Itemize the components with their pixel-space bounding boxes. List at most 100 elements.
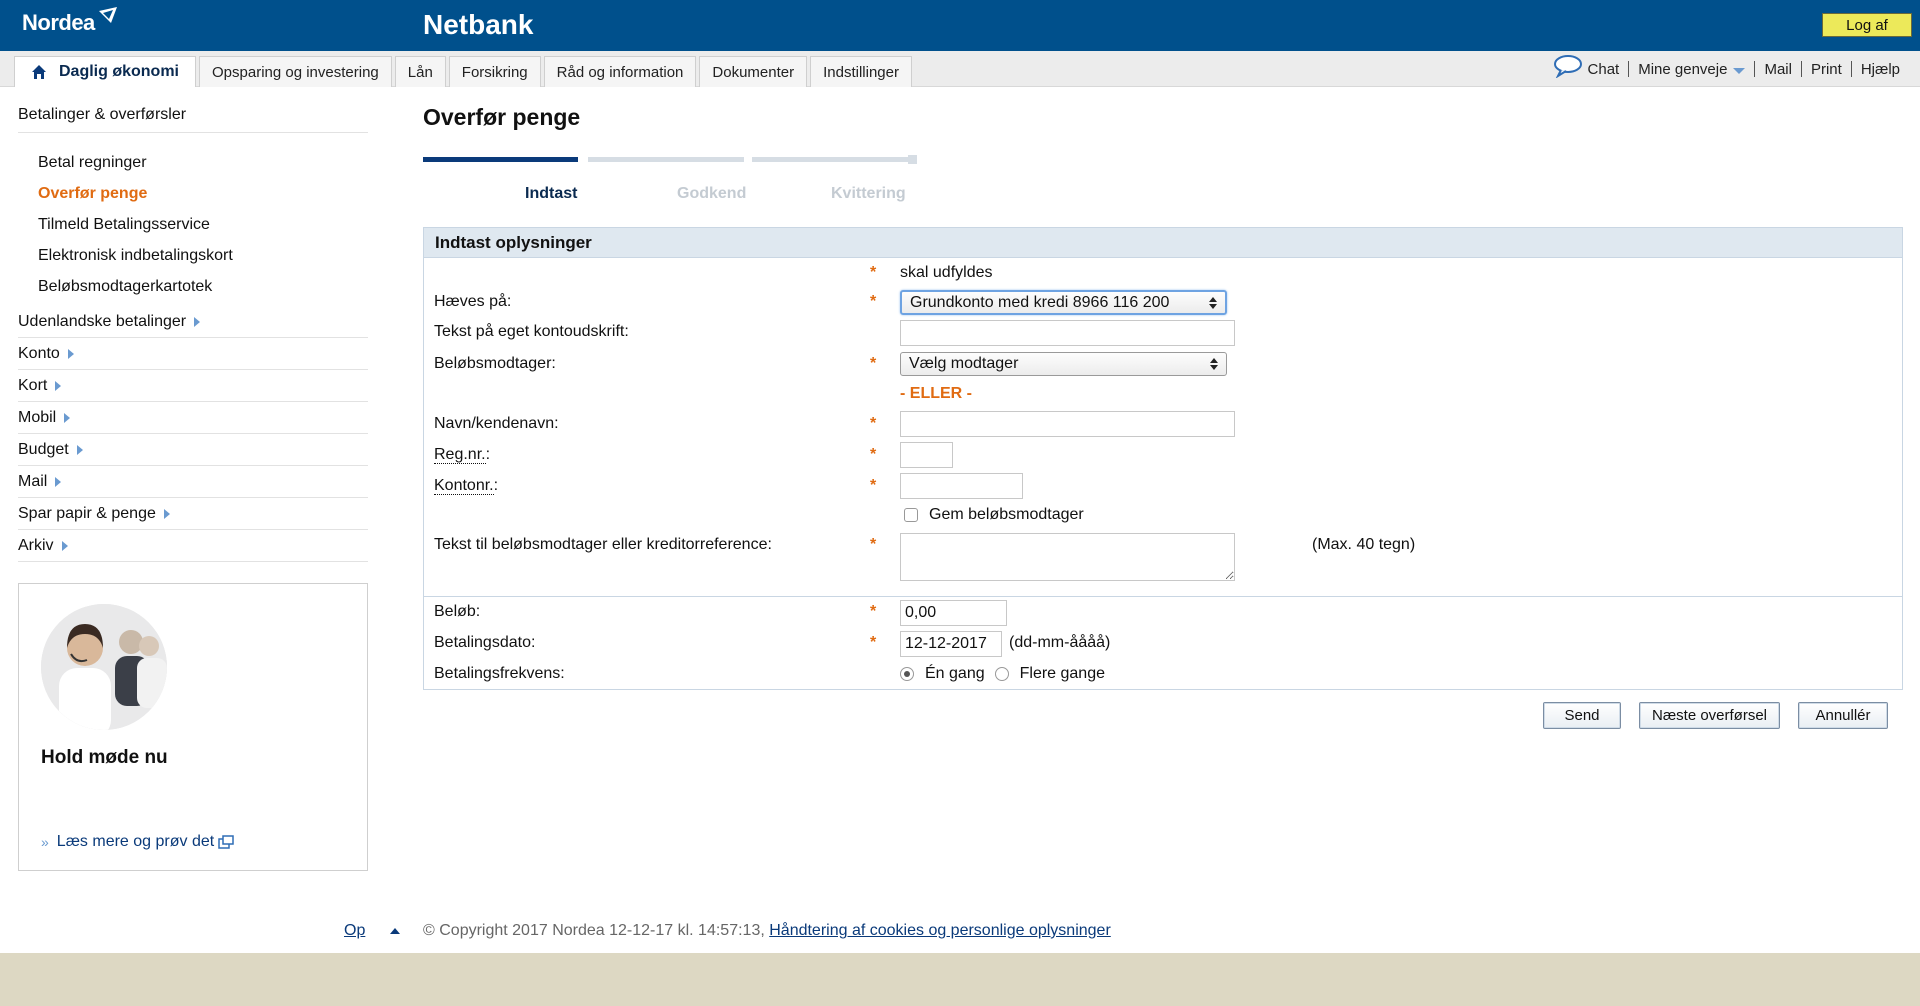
sidebar-group-mobile[interactable]: Mobil bbox=[18, 402, 368, 434]
nordea-sail-icon bbox=[98, 7, 117, 23]
progress-steps bbox=[423, 155, 917, 165]
payment-date-input[interactable] bbox=[900, 631, 1002, 657]
top-header: Nordea Netbank Log af bbox=[0, 0, 1920, 51]
save-recipient-option[interactable]: Gem beløbsmodtager bbox=[900, 506, 1084, 524]
sidebar-group-budget[interactable]: Budget bbox=[18, 434, 368, 466]
arrow-right-icon bbox=[61, 540, 68, 551]
help-link[interactable]: Hjælp bbox=[1861, 61, 1900, 78]
required-mark: * bbox=[870, 536, 877, 553]
utility-links: Chat Mine genveje Mail Print Hjælp bbox=[1552, 55, 1900, 78]
promo-link-label: Læs mere og prøv det bbox=[56, 833, 215, 850]
back-to-top-link[interactable]: Op bbox=[344, 922, 365, 940]
sidebar-item-recipient-register[interactable]: Beløbsmodtagerkartotek bbox=[38, 271, 368, 302]
required-note: skal udfyldes bbox=[900, 264, 993, 281]
agents-illustration bbox=[41, 604, 167, 730]
frequency-many-radio[interactable] bbox=[994, 667, 1009, 681]
required-mark: * bbox=[870, 446, 877, 463]
account-number-label-row: Kontonr.: bbox=[434, 477, 498, 495]
frequency-many-label: Flere gange bbox=[1019, 665, 1105, 682]
arrow-right-icon bbox=[163, 508, 170, 519]
sidebar-group-cards[interactable]: Kort bbox=[18, 370, 368, 402]
sidebar-item-transfer-money[interactable]: Overfør penge bbox=[38, 178, 368, 209]
sidebar-heading-payments[interactable]: Betalinger & overførsler bbox=[18, 100, 368, 133]
tab-daily-finance[interactable]: Daglig økonomi bbox=[14, 56, 196, 87]
page-title: Overfør penge bbox=[423, 104, 581, 130]
tab-label: Indstillinger bbox=[823, 63, 899, 81]
next-transfer-button[interactable]: Næste overførsel bbox=[1639, 702, 1780, 729]
arrow-right-icon bbox=[55, 380, 62, 391]
frequency-once-radio[interactable] bbox=[900, 667, 914, 681]
tab-label: Daglig økonomi bbox=[59, 63, 179, 80]
promo-box: Hold møde nu » Læs mere og prøv det bbox=[18, 583, 368, 871]
save-recipient-checkbox[interactable] bbox=[904, 508, 918, 522]
sidebar-group-account[interactable]: Konto bbox=[18, 338, 368, 370]
form-heading: Indtast oplysninger bbox=[424, 228, 1902, 258]
date-format-hint: (dd-mm-åååå) bbox=[1009, 634, 1111, 651]
reg-number-input[interactable] bbox=[900, 442, 953, 468]
promo-read-more-link[interactable]: » Læs mere og prøv det bbox=[41, 833, 234, 851]
form-section-divider bbox=[424, 596, 1902, 597]
print-link[interactable]: Print bbox=[1811, 61, 1842, 78]
sidebar-group-archive[interactable]: Arkiv bbox=[18, 530, 368, 562]
cookies-policy-link[interactable]: Håndtering af cookies og personlige oply… bbox=[769, 922, 1111, 939]
required-mark: * bbox=[870, 415, 877, 432]
account-number-input[interactable] bbox=[900, 473, 1023, 499]
own-statement-text-input[interactable] bbox=[900, 320, 1235, 346]
mail-link[interactable]: Mail bbox=[1764, 61, 1792, 78]
nordea-logo[interactable]: Nordea bbox=[22, 7, 119, 36]
sidebar-item-payment-service[interactable]: Tilmeld Betalingsservice bbox=[38, 209, 368, 240]
group-label: Udenlandske betalinger bbox=[18, 312, 187, 330]
sidebar-item-pay-bills[interactable]: Betal regninger bbox=[38, 147, 368, 178]
debit-account-select[interactable]: Grundkonto med kredi 8966 116 200 bbox=[900, 290, 1227, 315]
tab-settings[interactable]: Indstillinger bbox=[810, 56, 912, 87]
debit-account-value: Grundkonto med kredi 8966 116 200 bbox=[910, 293, 1170, 311]
name-input[interactable] bbox=[900, 411, 1235, 437]
copyright-footer: © Copyright 2017 Nordea 12-12-17 kl. 14:… bbox=[423, 922, 1111, 940]
message-textarea[interactable] bbox=[900, 533, 1235, 581]
divider bbox=[1628, 61, 1630, 77]
sidebar-group-foreign-payments[interactable]: Udenlandske betalinger bbox=[18, 306, 368, 338]
tab-list: Daglig økonomi Opsparing og investering … bbox=[14, 56, 915, 87]
group-label: Mobil bbox=[18, 408, 57, 426]
sidebar-group-paperless[interactable]: Spar papir & penge bbox=[18, 498, 368, 530]
send-button[interactable]: Send bbox=[1543, 702, 1621, 729]
divider bbox=[1850, 61, 1852, 77]
bottom-band bbox=[0, 953, 1920, 1006]
step-bar-approve bbox=[588, 157, 744, 162]
arrow-right-icon bbox=[64, 412, 71, 423]
tab-label: Råd og information bbox=[556, 63, 684, 81]
message-label: Tekst til beløbsmodtager eller kreditorr… bbox=[434, 536, 772, 553]
back-to-top[interactable]: Op bbox=[344, 922, 401, 940]
step-end-marker bbox=[908, 155, 917, 164]
tab-loans[interactable]: Lån bbox=[394, 56, 446, 87]
tab-documents[interactable]: Dokumenter bbox=[699, 56, 808, 87]
chat-link[interactable]: Chat bbox=[1588, 61, 1620, 78]
double-chevron-icon: » bbox=[41, 834, 49, 850]
recipient-label: Beløbsmodtager: bbox=[434, 355, 556, 372]
arrow-right-icon bbox=[67, 348, 74, 359]
recipient-select[interactable]: Vælg modtager bbox=[900, 352, 1227, 376]
cancel-button[interactable]: Annullér bbox=[1798, 702, 1888, 729]
caret-down-icon bbox=[1733, 67, 1746, 74]
chat-bubble-icon[interactable] bbox=[1552, 54, 1584, 78]
arrow-right-icon bbox=[55, 476, 62, 487]
amount-input[interactable] bbox=[900, 600, 1007, 626]
tab-advice-information[interactable]: Råd og information bbox=[543, 56, 697, 87]
divider bbox=[1800, 61, 1802, 77]
step-label-receipt: Kvittering bbox=[831, 185, 906, 202]
transfer-form: Indtast oplysninger * skal udfyldes Hæve… bbox=[423, 227, 1903, 690]
sidebar-item-electronic-payment-card[interactable]: Elektronisk indbetalingskort bbox=[38, 240, 368, 271]
tab-insurance[interactable]: Forsikring bbox=[448, 56, 541, 87]
external-window-icon bbox=[218, 835, 234, 849]
tab-label: Opsparing og investering bbox=[212, 63, 379, 81]
step-label-approve: Godkend bbox=[677, 185, 747, 202]
or-separator: - ELLER - bbox=[900, 385, 972, 402]
tab-label: Forsikring bbox=[461, 63, 528, 81]
logout-button[interactable]: Log af bbox=[1822, 13, 1912, 37]
tab-savings-investment[interactable]: Opsparing og investering bbox=[199, 56, 392, 87]
required-mark: * bbox=[870, 355, 877, 372]
recipient-value: Vælg modtager bbox=[909, 355, 1019, 372]
sidebar-group-mail[interactable]: Mail bbox=[18, 466, 368, 498]
my-shortcuts-menu[interactable]: Mine genveje bbox=[1638, 61, 1746, 78]
required-mark: * bbox=[870, 477, 877, 494]
